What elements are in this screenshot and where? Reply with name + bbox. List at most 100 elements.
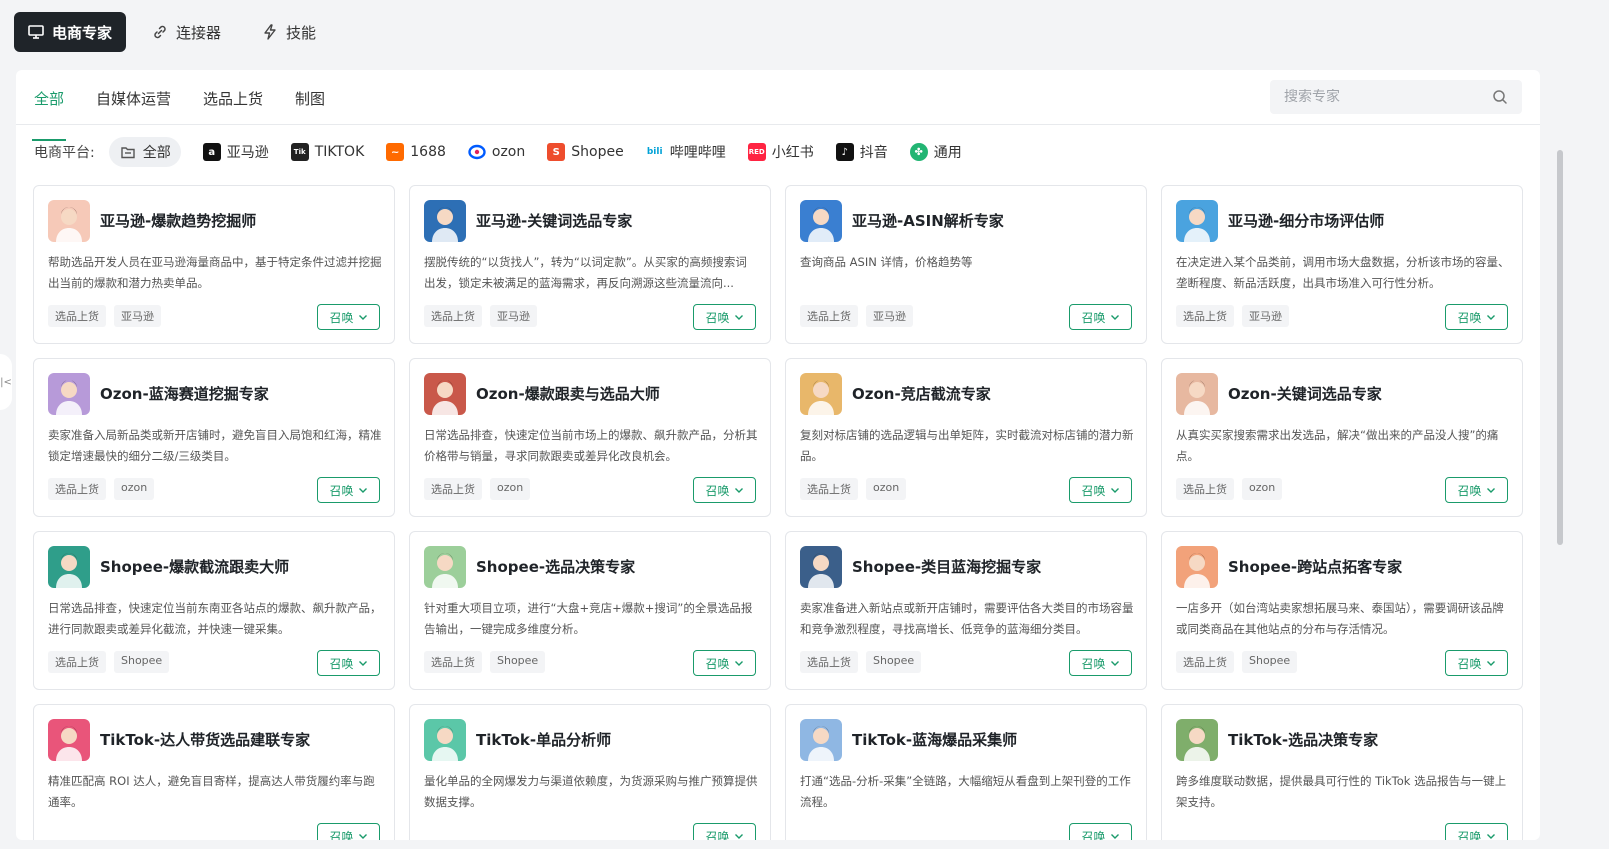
search-input[interactable] [1284,89,1492,105]
link-icon [154,25,166,39]
expert-description: 在决定进入某个品类前，调用市场大盘数据，分析该市场的容量、垄断程度、新品活跃度，… [1176,255,1510,290]
expert-card[interactable]: TikTok-选品决策专家 跨多维度联动数据，提供最具可行性的 TikTok 选… [1161,704,1523,840]
card-tags: 选品上货 亚马逊 [800,305,921,327]
summon-label: 召唤 [1457,829,1482,841]
platform-shopee[interactable]: S Shopee [547,137,624,167]
summon-button[interactable]: 召唤 [317,477,380,503]
subtab-all[interactable]: 全部 [32,84,67,141]
chevron-down-icon [1110,834,1119,839]
chevron-down-icon [358,834,367,839]
subtab-image-making[interactable]: 制图 [293,84,327,124]
tab-label: 技能 [286,23,317,42]
summon-label: 召唤 [1081,310,1106,325]
expert-card[interactable]: 亚马逊-爆款趋势挖掘师 帮助选品开发人员在亚马逊海量商品中，基于特定条件过滤并挖… [33,185,395,344]
expert-avatar [48,719,90,761]
platform-label: 亚马逊 [226,145,269,161]
platform-1688[interactable]: ~ 1688 [386,137,446,167]
expert-title: 亚马逊-ASIN解析专家 [852,212,1004,230]
expert-card[interactable]: 亚马逊-关键词选品专家 摆脱传统的“以货找人”，转为“以词定款”。从买家的高频搜… [409,185,771,344]
expert-card[interactable]: 亚马逊-ASIN解析专家 查询商品 ASIN 详情，价格趋势等 选品上货 亚马逊 … [785,185,1147,344]
summon-label: 召唤 [1081,656,1106,671]
expert-avatar [800,373,842,415]
expert-description: 帮助选品开发人员在亚马逊海量商品中，基于特定条件过滤并挖掘出当前的爆款和潜力热卖… [48,255,382,290]
expert-description: 从真实买家搜索需求出发选品，解决“做出来的产品没人搜”的痛点。 [1176,428,1499,463]
platform-xiaohongshu[interactable]: RED 小红书 [747,137,814,167]
summon-button[interactable]: 召唤 [1445,823,1508,840]
summon-button[interactable]: 召唤 [317,650,380,676]
summon-label: 召唤 [329,483,354,498]
tab-ecommerce-expert[interactable]: 电商专家 [14,12,127,52]
chevron-down-icon [734,315,743,320]
platform-tiktok[interactable]: Tik TIKTOK [290,137,364,167]
card-tags: 选品上货 Shopee [424,651,553,673]
summon-label: 召唤 [705,829,730,841]
expert-card[interactable]: TikTok-单品分析师 量化单品的全网爆发力与渠道依赖度，为货源采购与推广预算… [409,704,771,840]
expert-card[interactable]: Shopee-选品决策专家 针对重大项目立项，进行“大盘+竞店+爆款+搜词”的全… [409,531,771,690]
xiaohongshu-icon: RED [747,143,766,161]
chevron-down-icon [358,488,367,493]
subtab-product-listing[interactable]: 选品上货 [201,84,265,124]
collapse-sidebar-button[interactable]: |< [0,354,12,410]
1688-icon: ~ [386,143,405,161]
summon-button[interactable]: 召唤 [1445,304,1508,330]
summon-button[interactable]: 召唤 [1069,304,1132,330]
expert-description: 日常选品排查，快速定位当前东南亚各站点的爆款、飙升款产品，进行同款跟卖或差异化截… [48,601,382,636]
tab-skills[interactable]: 技能 [248,12,330,52]
expert-card[interactable]: Ozon-蓝海赛道挖掘专家 卖家准备入局新品类或新开店铺时，避免盲目入局饱和红海… [33,358,395,517]
card-tag: 亚马逊 [1242,305,1289,327]
platform-amazon[interactable]: a 亚马逊 [202,137,269,167]
summon-button[interactable]: 召唤 [1069,823,1132,840]
subtab-media-ops[interactable]: 自媒体运营 [94,84,173,124]
card-tag: 选品上货 [424,305,482,327]
expert-card[interactable]: Ozon-关键词选品专家 从真实买家搜索需求出发选品，解决“做出来的产品没人搜”… [1161,358,1523,517]
expert-card[interactable]: Shopee-爆款截流跟卖大师 日常选品排查，快速定位当前东南亚各站点的爆款、飙… [33,531,395,690]
expert-card[interactable]: TikTok-达人带货选品建联专家 精准匹配高 ROI 达人，避免盲目寄样，提高… [33,704,395,840]
platform-label: 抖音 [859,145,888,161]
scrollbar[interactable] [1557,150,1563,545]
expert-title: 亚马逊-关键词选品专家 [476,212,633,230]
summon-button[interactable]: 召唤 [693,477,756,503]
summon-button[interactable]: 召唤 [1445,477,1508,503]
summon-button[interactable]: 召唤 [1069,650,1132,676]
monitor-icon [28,25,44,39]
summon-button[interactable]: 召唤 [693,304,756,330]
platform-douyin[interactable]: ♪ 抖音 [835,137,888,167]
expert-card[interactable]: 亚马逊-细分市场评估师 在决定进入某个品类前，调用市场大盘数据，分析该市场的容量… [1161,185,1523,344]
expert-card[interactable]: Ozon-竞店截流专家 复刻对标店铺的选品逻辑与出单矩阵，实时截流对标店铺的潜力… [785,358,1147,517]
summon-label: 召唤 [1081,483,1106,498]
expert-title: Ozon-关键词选品专家 [1228,385,1382,403]
expert-card[interactable]: TikTok-蓝海爆品采集师 打通“选品-分析-采集”全链路，大幅缩短从看盘到上… [785,704,1147,840]
card-tag: ozon [490,478,531,500]
expert-avatar [800,200,842,242]
card-tag: Shopee [114,651,170,673]
summon-button[interactable]: 召唤 [693,823,756,840]
tab-connectors[interactable]: 连接器 [138,12,235,52]
expert-avatar [1176,200,1218,242]
search-icon[interactable] [1492,89,1508,105]
card-tag: Shopee [1242,651,1298,673]
card-tag: Shopee [490,651,546,673]
expert-title: Shopee-类目蓝海挖掘专家 [852,558,1042,576]
summon-button[interactable]: 召唤 [1069,477,1132,503]
expert-card[interactable]: Shopee-类目蓝海挖掘专家 卖家准备进入新站点或新开店铺时，需要评估各大类目… [785,531,1147,690]
expert-avatar [1176,719,1218,761]
expert-card[interactable]: Ozon-爆款跟卖与选品大师 日常选品排查，快速定位当前市场上的爆款、飙升款产品… [409,358,771,517]
summon-button[interactable]: 召唤 [1445,650,1508,676]
platform-general[interactable]: ✤ 通用 [909,137,962,167]
category-tabs: 全部 自媒体运营 选品上货 制图 [32,84,355,141]
summon-button[interactable]: 召唤 [317,823,380,840]
platform-label: ozon [491,144,526,160]
summon-button[interactable]: 召唤 [693,650,756,676]
summon-label: 召唤 [1457,483,1482,498]
platform-ozon[interactable]: ozon [468,137,525,167]
platform-bilibili[interactable]: bili 哔哩哔哩 [646,137,726,167]
expert-card-grid: 亚马逊-爆款趋势挖掘师 帮助选品开发人员在亚马逊海量商品中，基于特定条件过滤并挖… [33,185,1523,840]
summon-button[interactable]: 召唤 [317,304,380,330]
expert-card[interactable]: Shopee-跨站点拓客专家 一店多开（如台湾站卖家想拓展马来、泰国站），需要调… [1161,531,1523,690]
expert-avatar [424,719,466,761]
summon-label: 召唤 [329,310,354,325]
summon-label: 召唤 [1081,829,1106,841]
expert-description: 针对重大项目立项，进行“大盘+竞店+爆款+搜词”的全景选品报告输出，一键完成多维… [424,601,753,636]
chevron-down-icon [734,834,743,839]
platform-all[interactable]: 全部 [108,137,181,167]
